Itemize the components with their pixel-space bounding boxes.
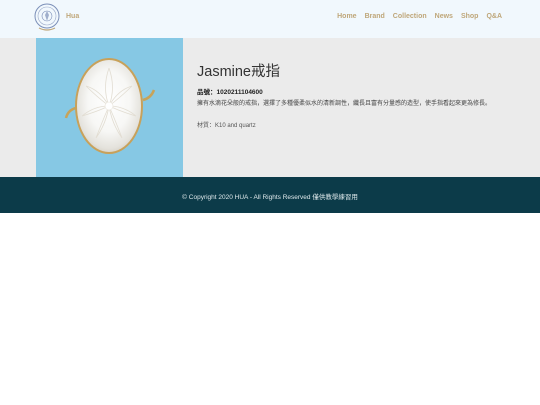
site-footer: © Copyright 2020 HUA - All Rights Reserv… <box>0 177 540 213</box>
nav-news[interactable]: News <box>435 13 453 20</box>
main-nav: Home Brand Collection News Shop Q&A <box>337 13 502 20</box>
site-header: Hua Home Brand Collection News Shop Q&A <box>0 0 540 38</box>
product-title: Jasmine戒指 <box>197 64 280 80</box>
nav-shop[interactable]: Shop <box>461 13 479 20</box>
nav-home[interactable]: Home <box>337 13 356 20</box>
nav-collection[interactable]: Collection <box>393 13 427 20</box>
nav-qa[interactable]: Q&A <box>486 13 502 20</box>
product-code: 品號：1020211104600 <box>197 89 263 96</box>
product-section: Jasmine戒指 品號：1020211104600 擁有水滴花朵般的戒指，選擇… <box>0 38 540 177</box>
nav-brand[interactable]: Brand <box>365 13 385 20</box>
product-description: 擁有水滴花朵般的戒指，選擇了多種優柔似水的清新調性，纖長且富有分量感的造型，使手… <box>197 101 492 107</box>
copyright-text: © Copyright 2020 HUA - All Rights Reserv… <box>182 194 358 201</box>
brand-name[interactable]: Hua <box>66 13 79 20</box>
ring-image <box>64 58 156 154</box>
product-info: Jasmine戒指 品號：1020211104600 擁有水滴花朵般的戒指，選擇… <box>197 60 507 129</box>
product-material: 材質：K10 and quartz <box>197 123 256 129</box>
logo-icon[interactable] <box>33 3 61 33</box>
product-image <box>36 38 183 177</box>
